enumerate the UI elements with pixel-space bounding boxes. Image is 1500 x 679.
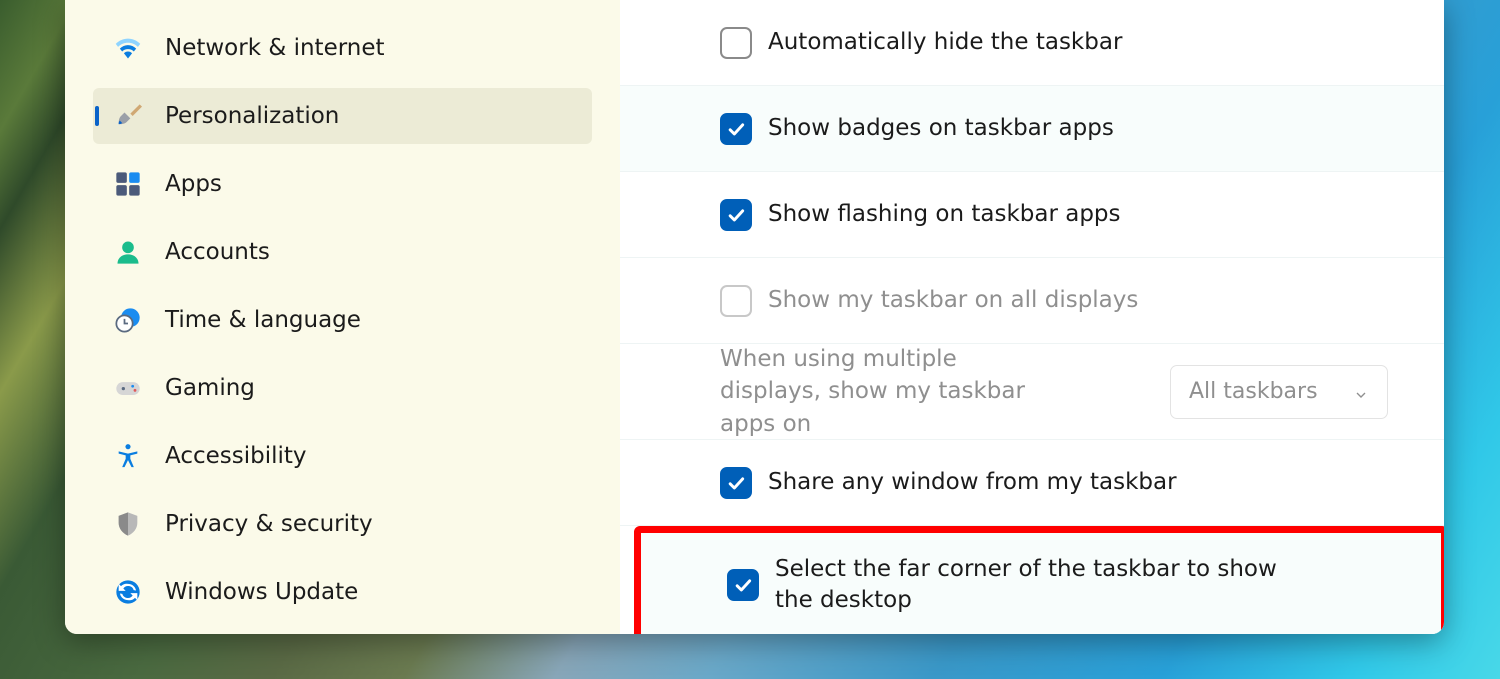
- sidebar-item-label: Apps: [165, 171, 222, 197]
- sidebar-item-label: Personalization: [165, 103, 339, 129]
- wifi-icon: [113, 33, 143, 63]
- setting-share-window: Share any window from my taskbar: [620, 440, 1444, 526]
- sidebar-item-gaming[interactable]: Gaming: [93, 360, 592, 416]
- sidebar-item-label: Windows Update: [165, 579, 358, 605]
- sidebar-item-label: Accounts: [165, 239, 270, 265]
- setting-flashing: Show flashing on taskbar apps: [620, 172, 1444, 258]
- highlighted-setting: Select the far corner of the taskbar to …: [634, 526, 1444, 634]
- setting-label: Share any window from my taskbar: [768, 467, 1177, 498]
- share-window-checkbox[interactable]: [720, 467, 752, 499]
- update-icon: [113, 577, 143, 607]
- settings-window: Network & internet Personalization Apps …: [65, 0, 1444, 634]
- all-displays-checkbox: [720, 285, 752, 317]
- sidebar-item-accessibility[interactable]: Accessibility: [93, 428, 592, 484]
- sidebar-item-label: Time & language: [165, 307, 361, 333]
- sidebar-item-accounts[interactable]: Accounts: [93, 224, 592, 280]
- far-corner-checkbox[interactable]: [727, 569, 759, 601]
- settings-content: Automatically hide the taskbar Show badg…: [620, 0, 1444, 634]
- globe-clock-icon: [113, 305, 143, 335]
- sidebar-item-label: Gaming: [165, 375, 255, 401]
- shield-icon: [113, 509, 143, 539]
- sidebar-item-privacy-security[interactable]: Privacy & security: [93, 496, 592, 552]
- sidebar-item-label: Accessibility: [165, 443, 307, 469]
- setting-label: Automatically hide the taskbar: [768, 27, 1122, 58]
- apps-icon: [113, 169, 143, 199]
- setting-badges: Show badges on taskbar apps: [620, 86, 1444, 172]
- accessibility-icon: [113, 441, 143, 471]
- setting-multi-displays: When using multiple displays, show my ta…: [620, 344, 1444, 440]
- sidebar-item-apps[interactable]: Apps: [93, 156, 592, 212]
- paintbrush-icon: [113, 101, 143, 131]
- flashing-checkbox[interactable]: [720, 199, 752, 231]
- setting-label: Show my taskbar on all displays: [768, 285, 1138, 316]
- setting-auto-hide: Automatically hide the taskbar: [620, 0, 1444, 86]
- chevron-down-icon: [1353, 384, 1369, 400]
- multi-display-dropdown[interactable]: All taskbars: [1170, 365, 1388, 419]
- dropdown-value: All taskbars: [1189, 379, 1318, 404]
- setting-all-displays: Show my taskbar on all displays: [620, 258, 1444, 344]
- gamepad-icon: [113, 373, 143, 403]
- setting-label: When using multiple displays, show my ta…: [720, 343, 1060, 440]
- person-icon: [113, 237, 143, 267]
- badges-checkbox[interactable]: [720, 113, 752, 145]
- setting-label: Select the far corner of the taskbar to …: [775, 554, 1315, 616]
- sidebar-item-label: Network & internet: [165, 35, 385, 61]
- auto-hide-checkbox[interactable]: [720, 27, 752, 59]
- sidebar-item-label: Privacy & security: [165, 511, 373, 537]
- sidebar-item-personalization[interactable]: Personalization: [93, 88, 592, 144]
- sidebar-item-windows-update[interactable]: Windows Update: [93, 564, 592, 620]
- sidebar-item-network[interactable]: Network & internet: [93, 20, 592, 76]
- sidebar-item-time-language[interactable]: Time & language: [93, 292, 592, 348]
- setting-label: Show flashing on taskbar apps: [768, 199, 1121, 230]
- setting-label: Show badges on taskbar apps: [768, 113, 1114, 144]
- settings-sidebar: Network & internet Personalization Apps …: [65, 0, 620, 634]
- setting-far-corner: Select the far corner of the taskbar to …: [641, 533, 1441, 634]
